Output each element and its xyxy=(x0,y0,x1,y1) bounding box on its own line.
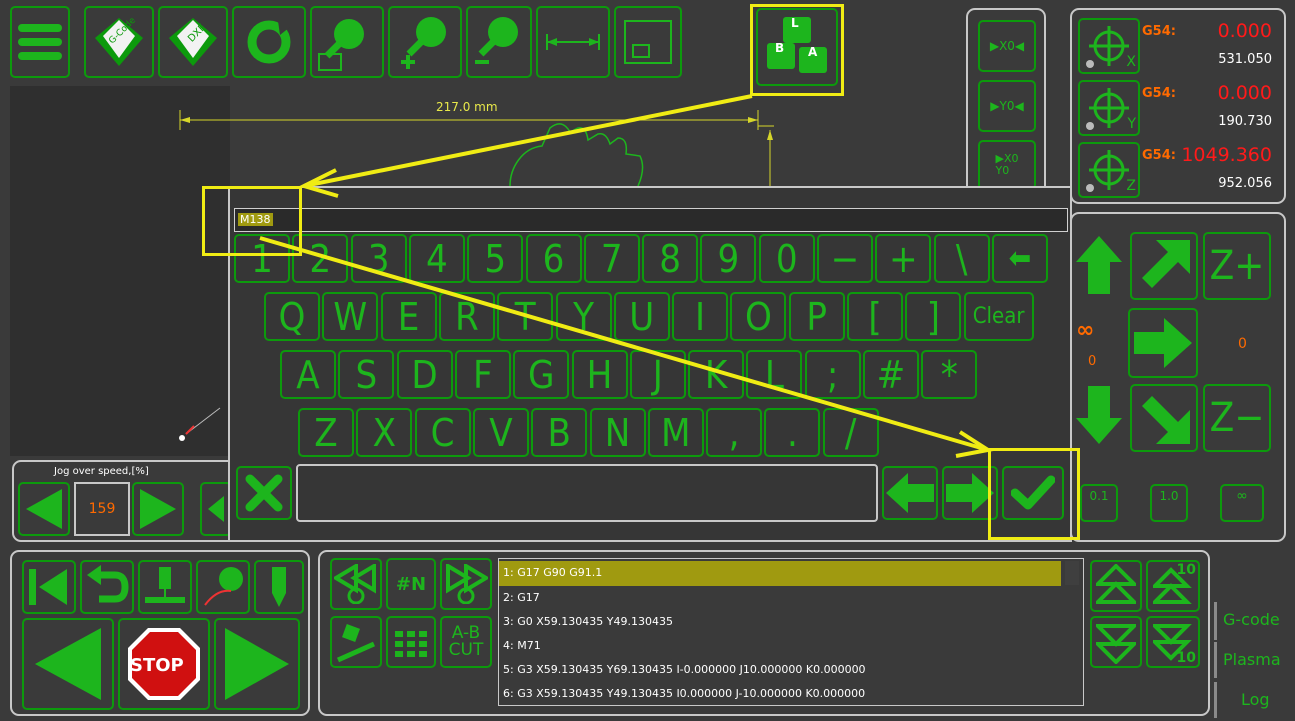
annotation-arrows xyxy=(259,94,994,458)
